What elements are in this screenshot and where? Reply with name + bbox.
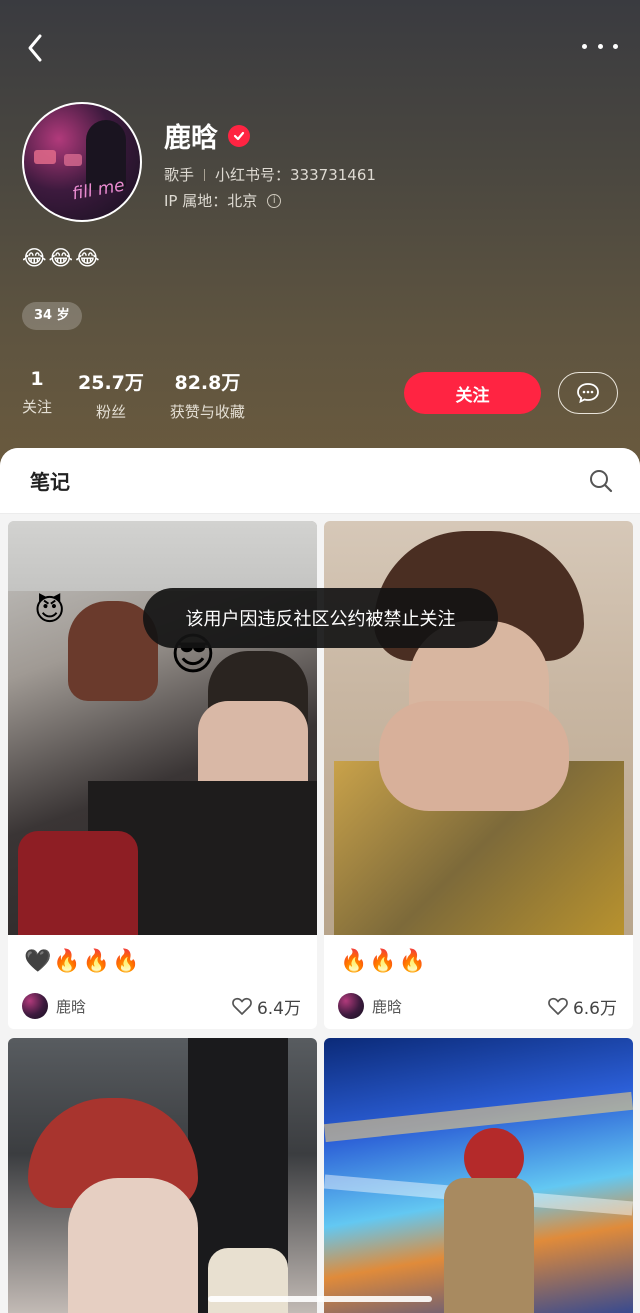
note-author[interactable]: 鹿晗 xyxy=(22,993,86,1019)
stat-following[interactable]: 1 关注 xyxy=(22,368,52,422)
note-card[interactable] xyxy=(8,1038,317,1313)
note-title: 🖤🔥🔥🔥 xyxy=(24,949,142,974)
bio: 😂😂😂 xyxy=(22,246,102,270)
note-author[interactable]: 鹿晗 xyxy=(338,993,402,1019)
home-indicator[interactable] xyxy=(208,1296,432,1302)
tab-notes[interactable]: 笔记 xyxy=(30,466,70,495)
account-id: 小红书号：333731461 xyxy=(215,166,376,184)
heart-icon xyxy=(232,997,252,1015)
like-button[interactable]: 6.4万 xyxy=(231,994,301,1019)
back-button[interactable] xyxy=(22,30,52,66)
tab-bar: 笔记 xyxy=(0,448,640,514)
profile-name: 鹿晗 xyxy=(164,123,218,154)
avatar xyxy=(22,993,48,1019)
more-button[interactable] xyxy=(582,36,618,56)
profile-header: fill me 鹿晗 歌手 小红书号：333731461 IP 属地：北京 i … xyxy=(0,0,640,470)
stat-likes[interactable]: 82.8万 获赞与收藏 xyxy=(170,368,245,422)
back-icon xyxy=(28,34,42,62)
heart-icon xyxy=(548,997,568,1015)
more-icon xyxy=(582,43,587,49)
note-image[interactable] xyxy=(324,1038,633,1313)
avatar xyxy=(338,993,364,1019)
message-button[interactable] xyxy=(558,372,618,414)
note-image[interactable] xyxy=(324,521,633,935)
search-button[interactable] xyxy=(588,468,614,494)
toast-message: 该用户因违反社区公约被禁止关注 xyxy=(143,588,498,648)
note-image[interactable] xyxy=(8,1038,317,1313)
follow-button[interactable]: 关注 xyxy=(404,372,541,414)
stat-fans[interactable]: 25.7万 粉丝 xyxy=(78,368,144,422)
info-icon[interactable]: i xyxy=(267,193,282,208)
search-icon xyxy=(590,469,613,492)
like-button[interactable]: 6.6万 xyxy=(547,994,617,1019)
age-tag: 34 岁 xyxy=(22,302,82,330)
ip-location: IP 属地：北京 xyxy=(164,192,258,210)
notes-panel: 笔记 😈 😎 🖤🔥🔥🔥 鹿晗 6.4万 🔥🔥🔥 鹿晗 6.6万 xyxy=(0,448,640,1313)
note-image[interactable]: 😈 😎 xyxy=(8,521,317,935)
devil-emoji: 😈 xyxy=(34,593,66,628)
profession: 歌手 xyxy=(164,166,195,184)
profile-meta: 歌手 小红书号：333731461 xyxy=(164,164,376,185)
avatar-scribble: fill me xyxy=(70,175,127,205)
note-card[interactable] xyxy=(324,1038,633,1313)
note-title: 🔥🔥🔥 xyxy=(340,949,429,974)
message-icon xyxy=(577,383,599,404)
avatar[interactable]: fill me xyxy=(22,102,142,222)
verified-icon xyxy=(228,124,250,147)
stats-row: 1 关注 25.7万 粉丝 82.8万 获赞与收藏 xyxy=(22,368,271,422)
